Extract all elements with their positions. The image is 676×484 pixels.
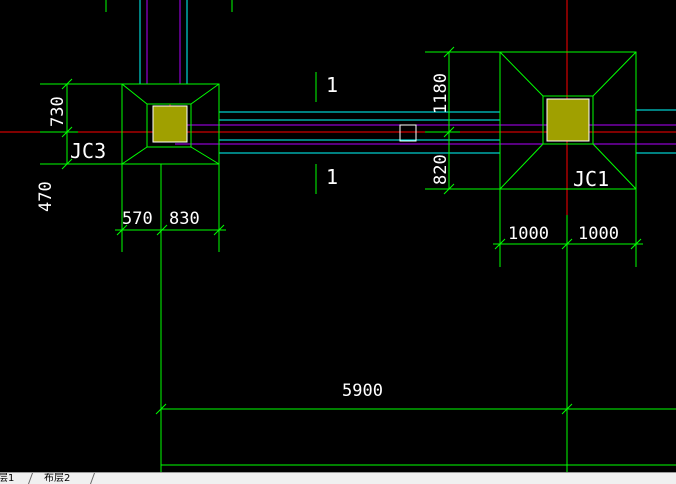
label-jc3: JC3 [70,139,106,163]
dim-jc3-bottom: 470 [36,181,56,212]
tab-separator [89,473,96,484]
dim-jc1-right: 1000 [578,224,619,244]
section-label-bottom: 1 [326,165,338,189]
dimension-span [155,164,676,472]
tab-separator [27,473,34,484]
dim-span: 5900 [342,381,383,401]
cad-drawing-canvas[interactable]: JC3 JC1 1 1 730 470 570 830 1180 820 100… [0,0,676,472]
dim-jc1-top: 1180 [431,73,451,114]
dim-jc3-right: 830 [169,209,200,229]
tab-layer-1[interactable]: 层1 [0,473,18,484]
dim-jc3-left: 570 [122,209,153,229]
cad-drawing[interactable]: JC3 JC1 1 1 730 470 570 830 1180 820 100… [0,0,676,472]
footing-jc3[interactable] [121,83,220,165]
grip-marker[interactable] [399,124,417,142]
footing-jc1[interactable] [499,51,637,190]
column-jc1 [546,98,590,142]
dimension-jc3-horizontal [115,164,226,252]
column-lines-top [105,0,233,84]
layout-tab-bar: 层1 布层2 [0,472,676,484]
dim-jc1-bottom: 820 [431,154,451,185]
tab-layer-2[interactable]: 布层2 [40,473,74,484]
label-jc1: JC1 [573,167,609,191]
dim-jc3-top: 730 [48,96,68,127]
dim-jc1-left: 1000 [508,224,549,244]
section-label-top: 1 [326,73,338,97]
column-jc3 [152,105,188,143]
